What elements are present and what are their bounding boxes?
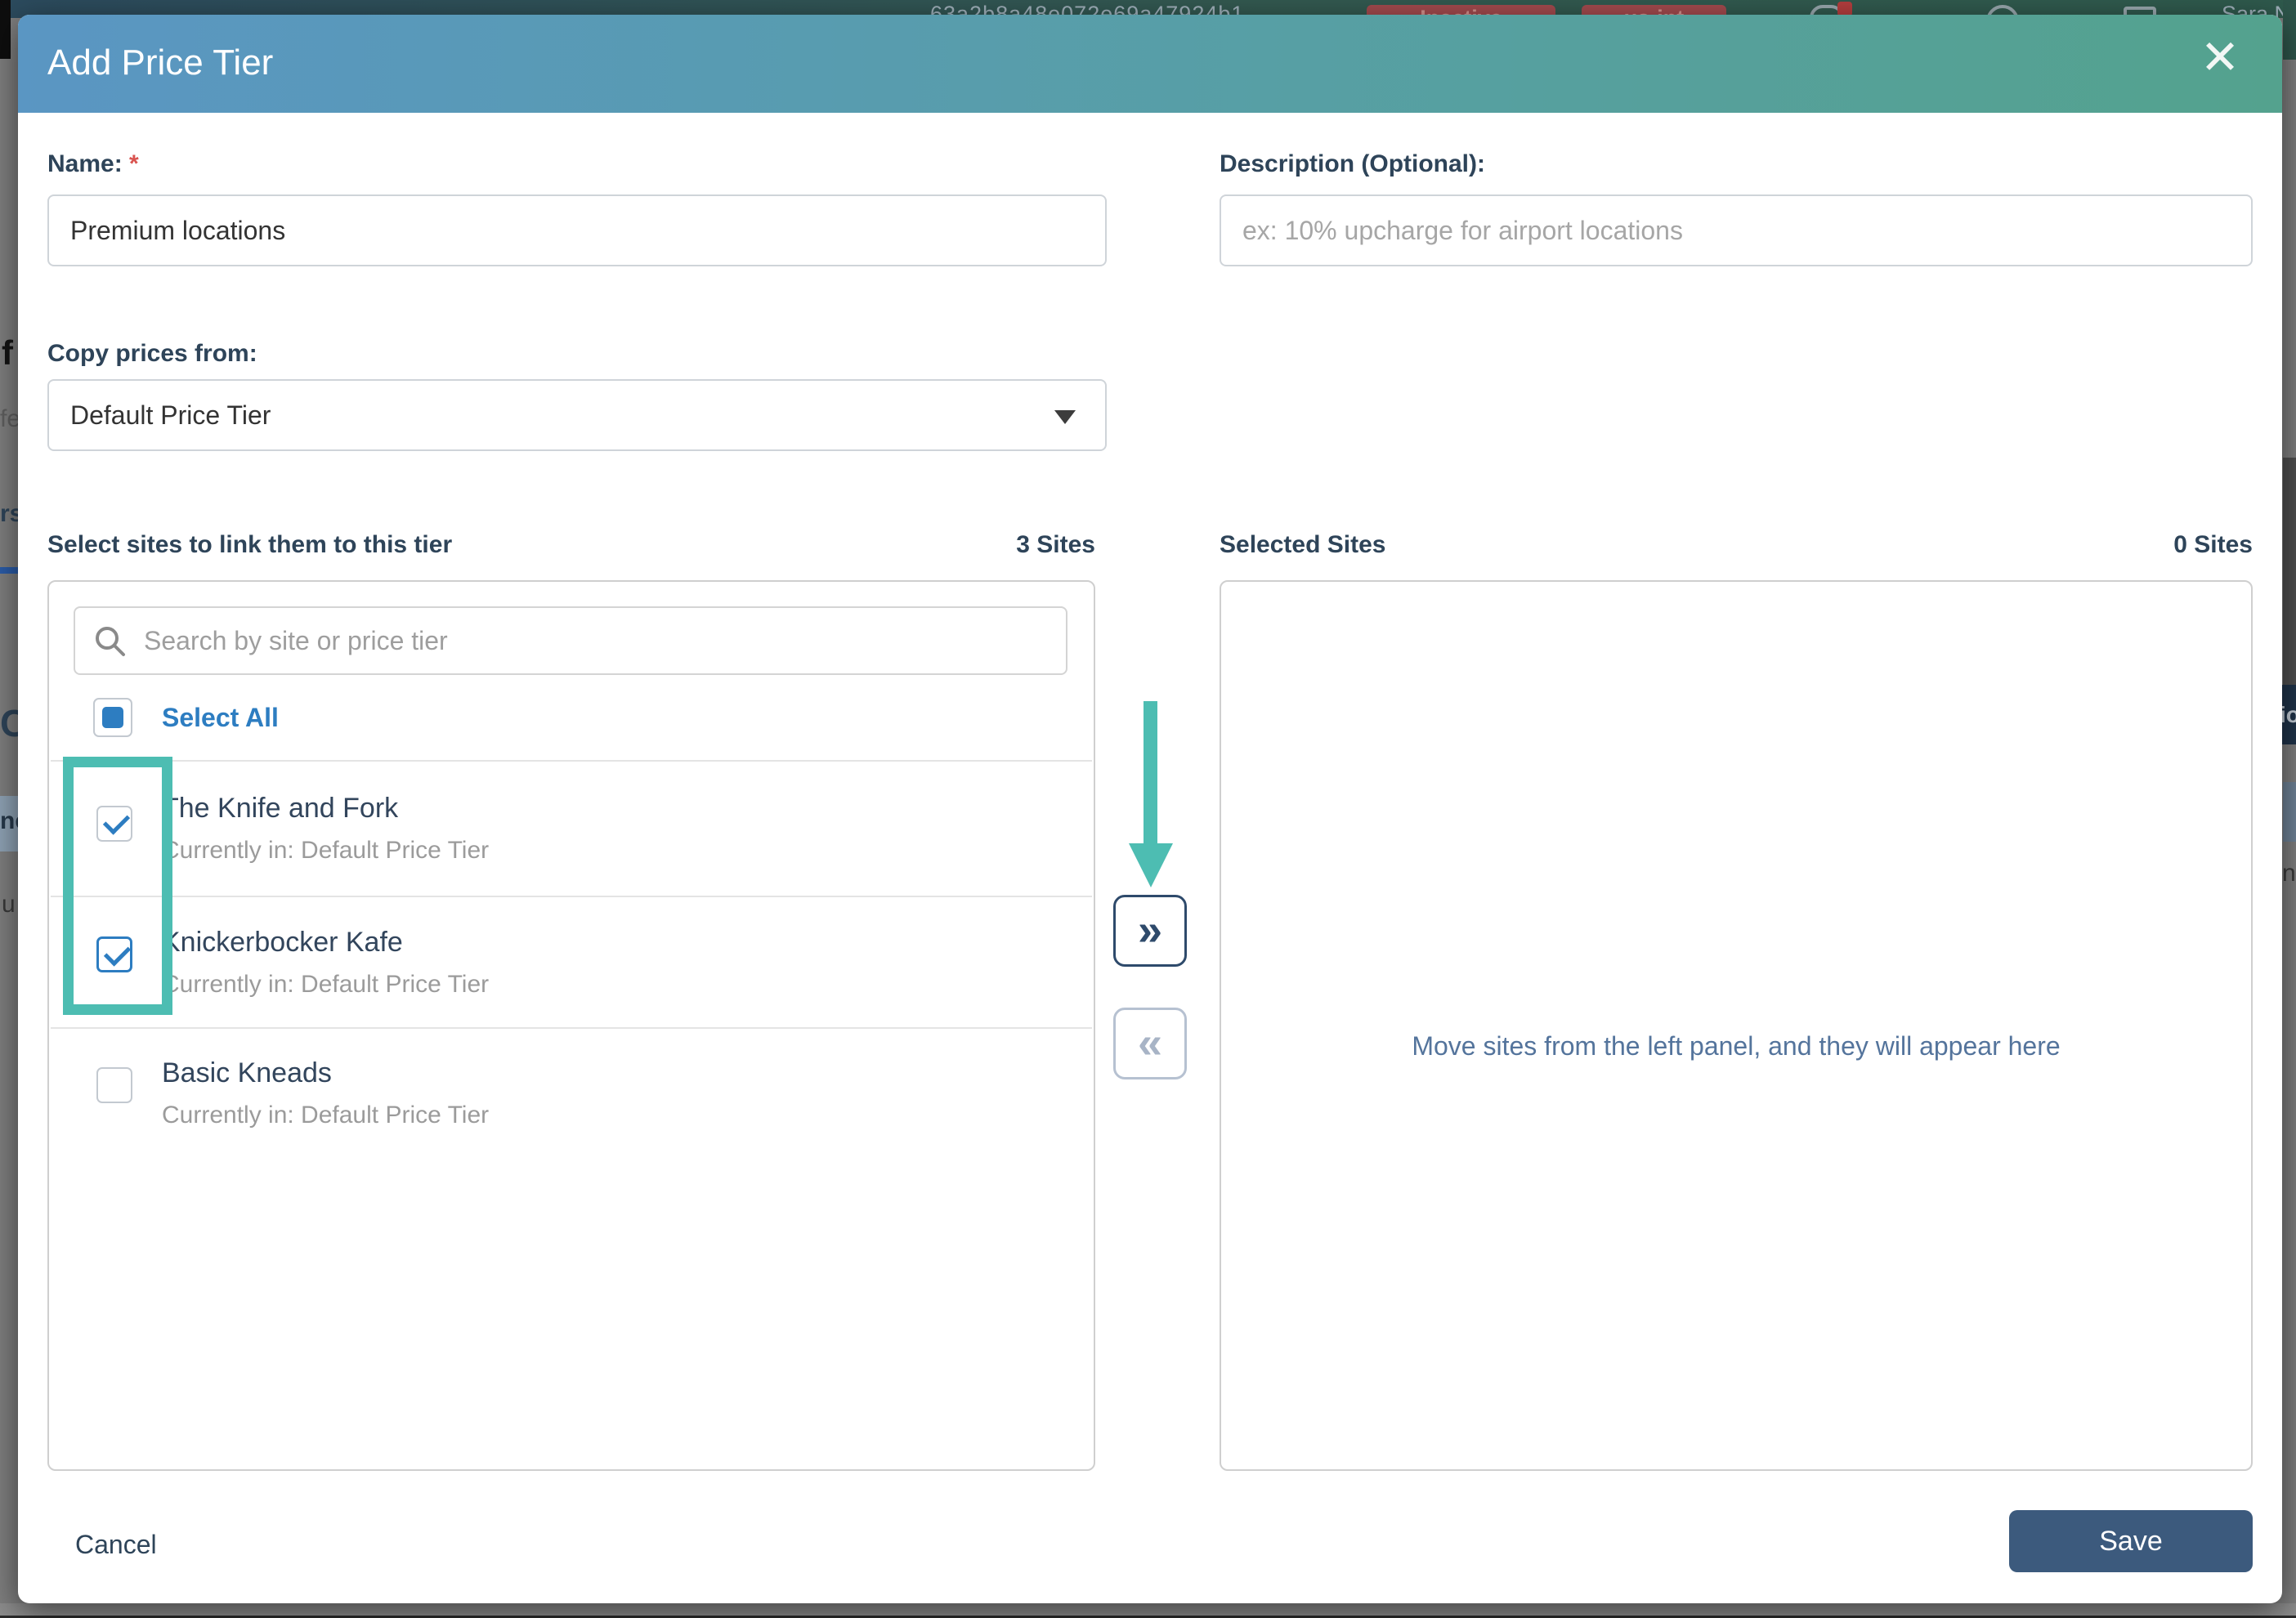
background-bottom-bar bbox=[0, 1603, 2296, 1616]
background-tab-indicator bbox=[0, 567, 18, 574]
close-icon[interactable]: ✕ bbox=[2197, 36, 2243, 82]
background-selected-row-fragment bbox=[2283, 782, 2296, 842]
annotation-arrow-head-icon bbox=[1129, 843, 1173, 887]
site-search-input[interactable] bbox=[74, 606, 1067, 675]
background-text-fragment: f bbox=[2, 333, 13, 373]
chevron-down-icon bbox=[1054, 410, 1076, 424]
left-panel-site-count: 3 Sites bbox=[850, 531, 1095, 559]
row-divider bbox=[51, 760, 1092, 762]
site-name: Knickerbocker Kafe bbox=[162, 927, 403, 959]
right-panel-heading: Selected Sites bbox=[1220, 531, 1385, 559]
site-name: The Knife and Fork bbox=[162, 793, 398, 825]
background-right-block bbox=[2283, 458, 2296, 685]
selected-sites-panel bbox=[1220, 580, 2253, 1471]
checkbox-indeterminate-fill bbox=[102, 707, 123, 728]
empty-selection-message: Move sites from the left panel, and they… bbox=[1220, 1031, 2253, 1062]
copy-prices-selected-value: Default Price Tier bbox=[70, 400, 271, 430]
dialog-title: Add Price Tier bbox=[47, 42, 273, 83]
right-panel-site-count: 0 Sites bbox=[2007, 531, 2253, 559]
cancel-button[interactable]: Cancel bbox=[75, 1530, 157, 1560]
name-label: Name: * bbox=[47, 150, 139, 178]
background-right-corner bbox=[2283, 0, 2296, 60]
annotation-highlight-box bbox=[63, 757, 172, 1015]
row-divider bbox=[51, 896, 1092, 897]
site-search bbox=[74, 606, 1067, 675]
name-input[interactable] bbox=[47, 194, 1107, 266]
site-current-tier: Currently in: Default Price Tier bbox=[162, 1102, 489, 1129]
description-input[interactable] bbox=[1220, 194, 2253, 266]
background-left-corner bbox=[0, 0, 11, 59]
background-text-fragment: n bbox=[2282, 860, 2296, 887]
left-panel-heading: Select sites to link them to this tier bbox=[47, 531, 452, 559]
site-checkbox-basic-kneads[interactable] bbox=[96, 1067, 132, 1103]
copy-prices-label: Copy prices from: bbox=[47, 340, 257, 368]
select-all-label[interactable]: Select All bbox=[162, 703, 279, 733]
copy-prices-dropdown[interactable]: Default Price Tier bbox=[47, 379, 1107, 451]
row-divider bbox=[51, 1027, 1092, 1029]
required-asterisk: * bbox=[129, 150, 139, 177]
site-name: Basic Kneads bbox=[162, 1057, 332, 1089]
background-text-fragment: u bbox=[2, 891, 16, 919]
save-button[interactable]: Save bbox=[2009, 1510, 2253, 1572]
site-current-tier: Currently in: Default Price Tier bbox=[162, 971, 489, 999]
name-label-text: Name: bbox=[47, 150, 123, 177]
annotation-arrow-icon bbox=[1144, 701, 1157, 845]
select-all-checkbox[interactable] bbox=[93, 698, 132, 737]
site-current-tier: Currently in: Default Price Tier bbox=[162, 837, 489, 865]
move-right-button[interactable]: » bbox=[1113, 895, 1187, 967]
move-left-button[interactable]: « bbox=[1113, 1008, 1187, 1079]
search-icon bbox=[93, 624, 126, 657]
description-label: Description (Optional): bbox=[1220, 150, 1485, 178]
dialog-header bbox=[18, 15, 2282, 113]
